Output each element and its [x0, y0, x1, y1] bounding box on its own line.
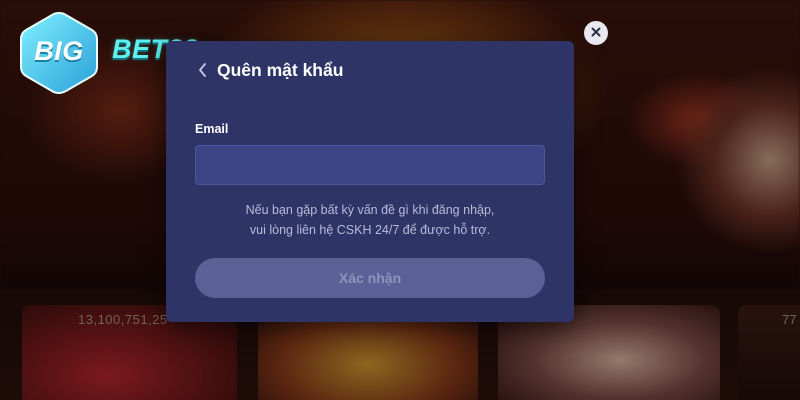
- logo-hexagon-icon: BIG: [18, 10, 100, 96]
- close-icon: [591, 24, 601, 42]
- email-field[interactable]: [195, 145, 545, 185]
- dialog-header: Quên mật khẩu: [197, 59, 343, 81]
- support-help-text: Nếu bạn gặp bất kỳ vấn đề gì khi đăng nh…: [195, 200, 545, 240]
- help-text-line-1: Nếu bạn gặp bất kỳ vấn đề gì khi đăng nh…: [245, 203, 495, 217]
- dialog-title: Quên mật khẩu: [217, 59, 344, 80]
- confirm-button[interactable]: Xác nhận: [195, 258, 545, 298]
- close-button[interactable]: [584, 21, 608, 45]
- chevron-left-icon[interactable]: [197, 59, 211, 81]
- logo-big-text: BIG: [34, 36, 84, 66]
- email-label: Email: [195, 122, 229, 136]
- help-text-line-2: vui lòng liên hệ CSKH 24/7 để được hỗ tr…: [249, 223, 491, 237]
